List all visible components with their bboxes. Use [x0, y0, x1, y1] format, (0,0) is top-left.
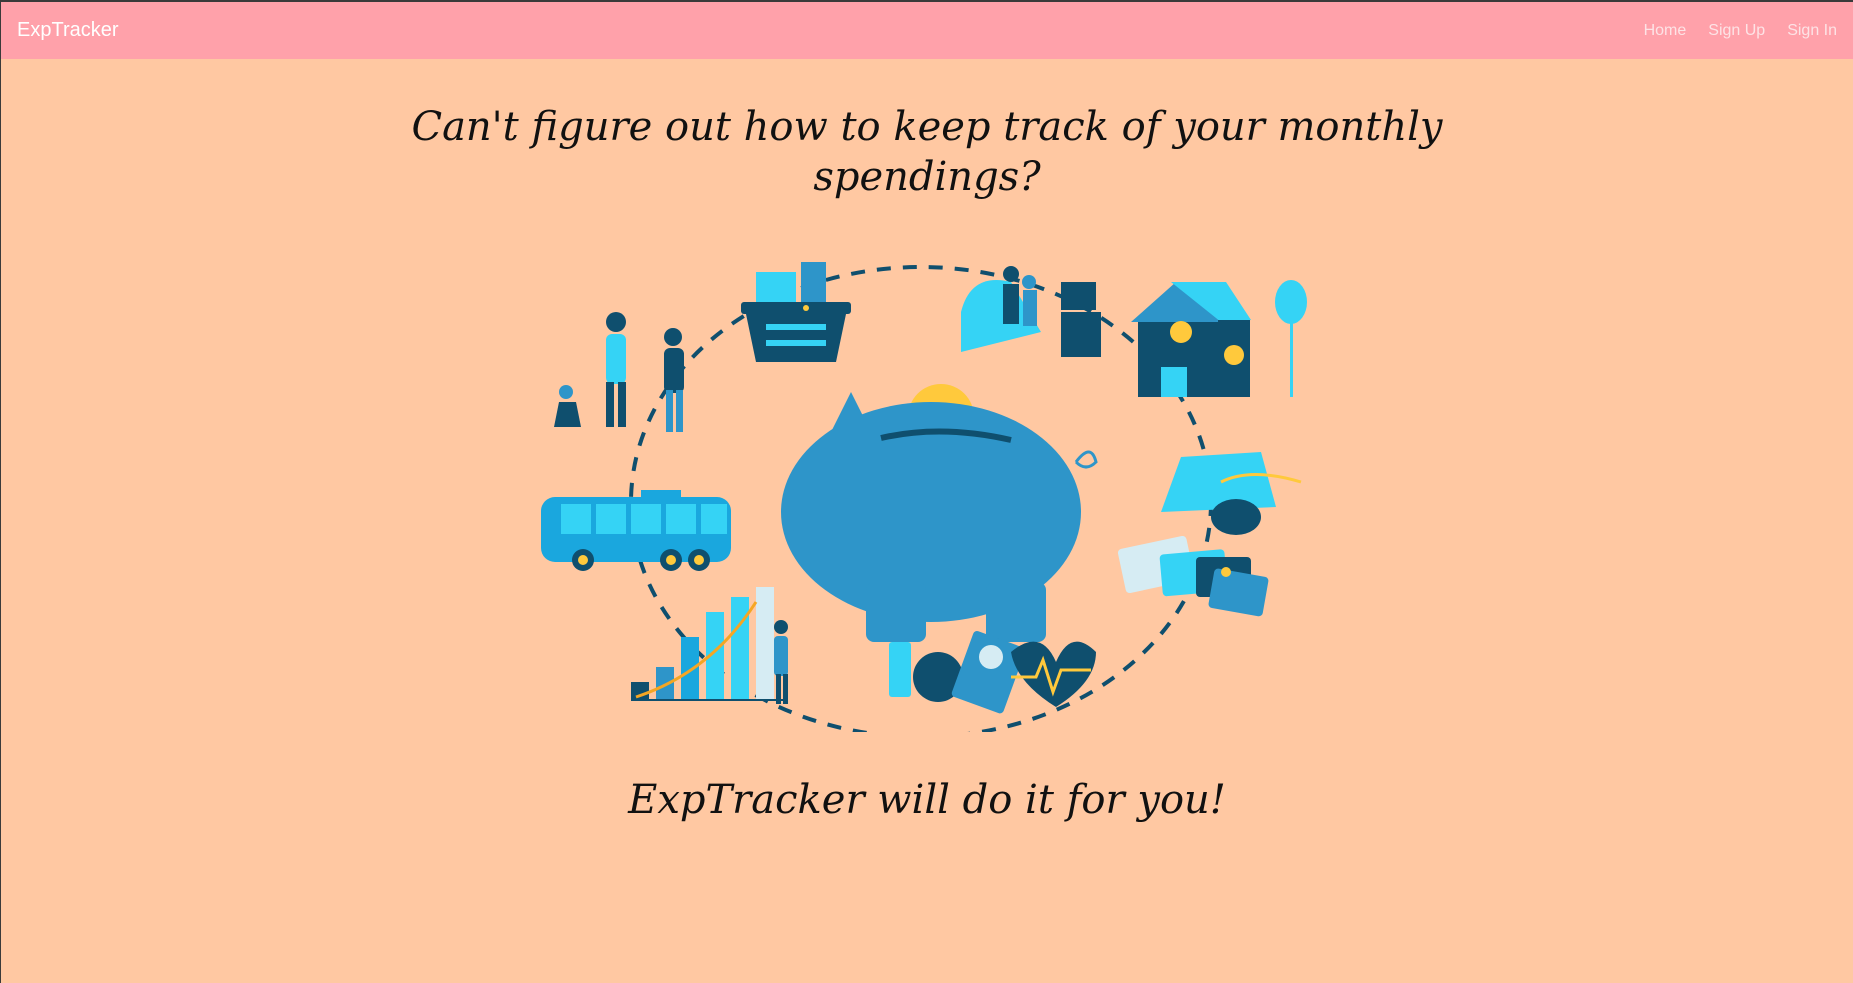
piggy-bank-icon: [781, 384, 1098, 642]
living-room-icon: [961, 266, 1101, 357]
nav-link-sign-in[interactable]: Sign In: [1787, 22, 1837, 40]
savings-illustration: [541, 262, 1307, 732]
nav-links: Home Sign Up Sign In: [1644, 22, 1837, 40]
headline-line-2: spendings?: [813, 154, 1041, 200]
app-window: ExpTracker Home Sign Up Sign In Can't fi…: [0, 0, 1853, 983]
growth-chart-icon: [631, 587, 788, 704]
navbar: ExpTracker Home Sign Up Sign In: [1, 2, 1853, 59]
credit-cards-icon: [1117, 535, 1269, 617]
headline-line-1: Can't figure out how to keep track of yo…: [411, 104, 1443, 150]
nav-link-sign-up[interactable]: Sign Up: [1708, 22, 1765, 40]
graduation-cap-icon: [1161, 452, 1302, 535]
hero-headline: Can't figure out how to keep track of yo…: [1, 102, 1853, 202]
house-icon: [1131, 280, 1307, 397]
health-fitness-icon: [889, 631, 1096, 714]
family-icon: [554, 312, 684, 432]
hero-tagline: ExpTracker will do it for you!: [628, 777, 1226, 823]
nav-link-home[interactable]: Home: [1644, 22, 1687, 40]
bus-icon: [541, 490, 731, 571]
brand-link[interactable]: ExpTracker: [17, 19, 119, 42]
